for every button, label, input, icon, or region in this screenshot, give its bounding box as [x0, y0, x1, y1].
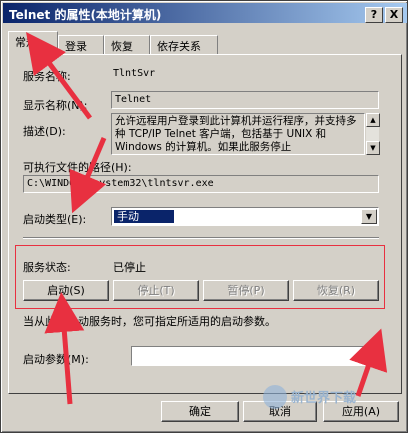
- description-scrollbar[interactable]: ▲ ▼: [365, 113, 380, 155]
- service-name-value: TlntSvr: [113, 68, 156, 79]
- startup-type-value: 手动: [114, 210, 174, 223]
- display-name-label: 显示名称(N):: [23, 99, 88, 112]
- scroll-down-icon[interactable]: ▼: [366, 141, 380, 155]
- start-params-label: 启动参数(M):: [23, 353, 89, 366]
- startup-type-label: 启动类型(E):: [23, 213, 87, 226]
- tab-recovery[interactable]: 恢复: [104, 35, 150, 55]
- tab-general[interactable]: 常规: [8, 31, 58, 55]
- title-bar[interactable]: Telnet 的属性(本地计算机) ? X: [3, 3, 407, 23]
- hint-text: 当从此处启动服务时，您可指定所适用的启动参数。: [23, 315, 276, 328]
- scroll-up-icon[interactable]: ▲: [366, 113, 380, 127]
- help-button[interactable]: ?: [365, 7, 383, 23]
- properties-dialog: Telnet 的属性(本地计算机) ? X 常规 登录 恢复 依存关系 服务名称…: [0, 0, 408, 433]
- close-button[interactable]: X: [385, 7, 403, 23]
- startup-type-select[interactable]: 手动 ▼: [111, 207, 379, 226]
- tab-dependencies[interactable]: 依存关系: [150, 35, 218, 55]
- description-field[interactable]: 允许远程用户登录到此计算机并运行程序，并支持多种 TCP/IP Telnet 客…: [111, 113, 365, 155]
- path-field[interactable]: C:\WINDOWS\system32\tlntsvr.exe: [23, 175, 379, 193]
- description-label: 描述(D):: [23, 125, 66, 138]
- display-name-field[interactable]: Telnet: [111, 91, 379, 109]
- path-label: 可执行文件的路径(H):: [23, 161, 132, 174]
- chevron-down-icon[interactable]: ▼: [361, 209, 377, 224]
- tab-logon[interactable]: 登录: [58, 35, 104, 55]
- ok-button[interactable]: 确定: [161, 401, 239, 422]
- window-title: Telnet 的属性(本地计算机): [9, 8, 162, 22]
- highlight-box: [15, 245, 385, 309]
- separator: [23, 237, 379, 239]
- watermark-text: 新世界下载: [291, 391, 357, 406]
- watermark-logo-icon: [263, 385, 287, 409]
- start-params-input[interactable]: [131, 346, 379, 366]
- service-name-label: 服务名称:: [23, 70, 71, 83]
